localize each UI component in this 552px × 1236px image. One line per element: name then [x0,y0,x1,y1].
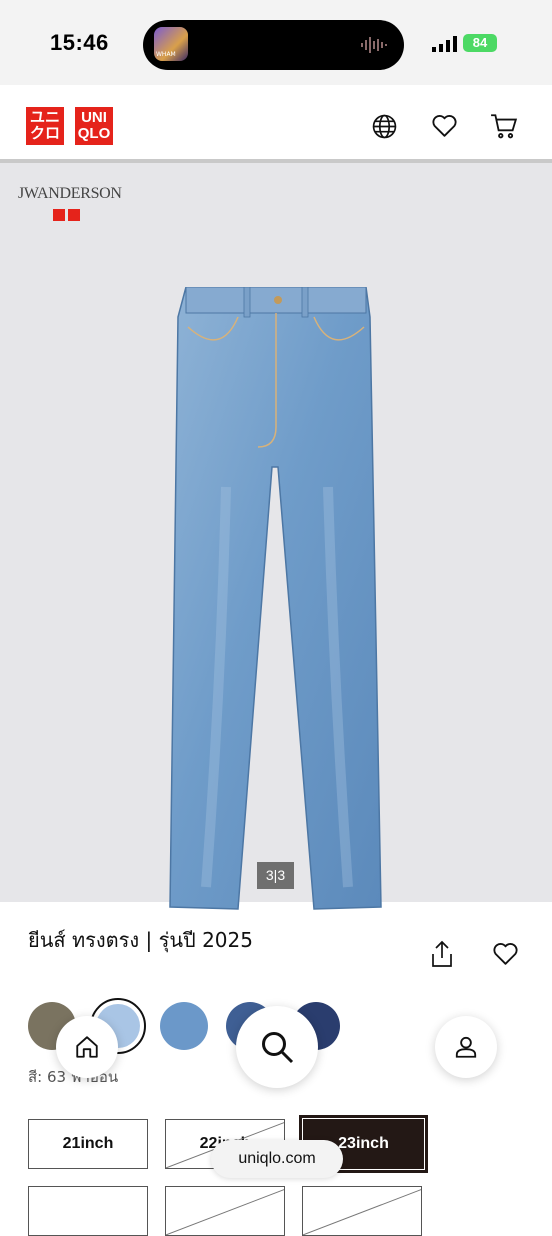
logo-latin: UNI QLO [75,107,113,145]
account-button[interactable] [435,1016,497,1078]
size-option-row2-a[interactable] [28,1186,148,1236]
share-icon[interactable] [430,940,454,968]
home-icon [76,1036,98,1058]
logo-line: QLO [77,125,111,142]
battery-indicator: 84 [463,34,497,52]
status-time: 15:46 [50,30,109,55]
dynamic-island[interactable]: WHAM [143,20,404,70]
home-button[interactable] [56,1016,118,1078]
jeans-product-image [169,287,382,910]
heart-icon[interactable] [431,114,458,138]
logo-line: UNI [81,109,107,126]
globe-icon[interactable] [372,114,397,139]
logo-line: ユニ [29,109,60,126]
color-swatch-mid-light-blue[interactable] [160,1002,208,1050]
artwork-text: WHAM [156,51,176,58]
image-pager-indicator: 3|3 [257,862,294,889]
search-icon [262,1032,294,1064]
signal-icon [432,36,457,52]
collab-brand-text: JWANDERSON [18,185,122,202]
product-title: ยีนส์ ทรงตรง | รุ่นปี 2025 [28,928,253,952]
user-icon [455,1036,477,1058]
search-button[interactable] [236,1006,318,1088]
size-label: 23inch [338,1135,389,1152]
audio-wave-icon [361,37,387,53]
size-option-row2-b[interactable] [165,1186,285,1236]
product-image-gallery[interactable]: JWANDERSON 3|3 [0,163,552,910]
cart-icon[interactable] [490,113,518,139]
now-playing-artwork: WHAM [154,27,188,61]
browser-url-bar[interactable]: uniqlo.com [211,1140,343,1178]
site-header: ユニ クロ UNI QLO [0,85,552,161]
size-option-row2-c[interactable] [302,1186,422,1236]
size-label: 21inch [62,1135,114,1152]
logo-line: クロ [29,125,60,142]
wishlist-heart-icon[interactable] [492,942,519,966]
logo-katakana: ユニ クロ [26,107,64,145]
status-bar: 15:46 WHAM 84 [0,0,552,85]
size-option-21inch[interactable]: 21inch [28,1119,148,1169]
